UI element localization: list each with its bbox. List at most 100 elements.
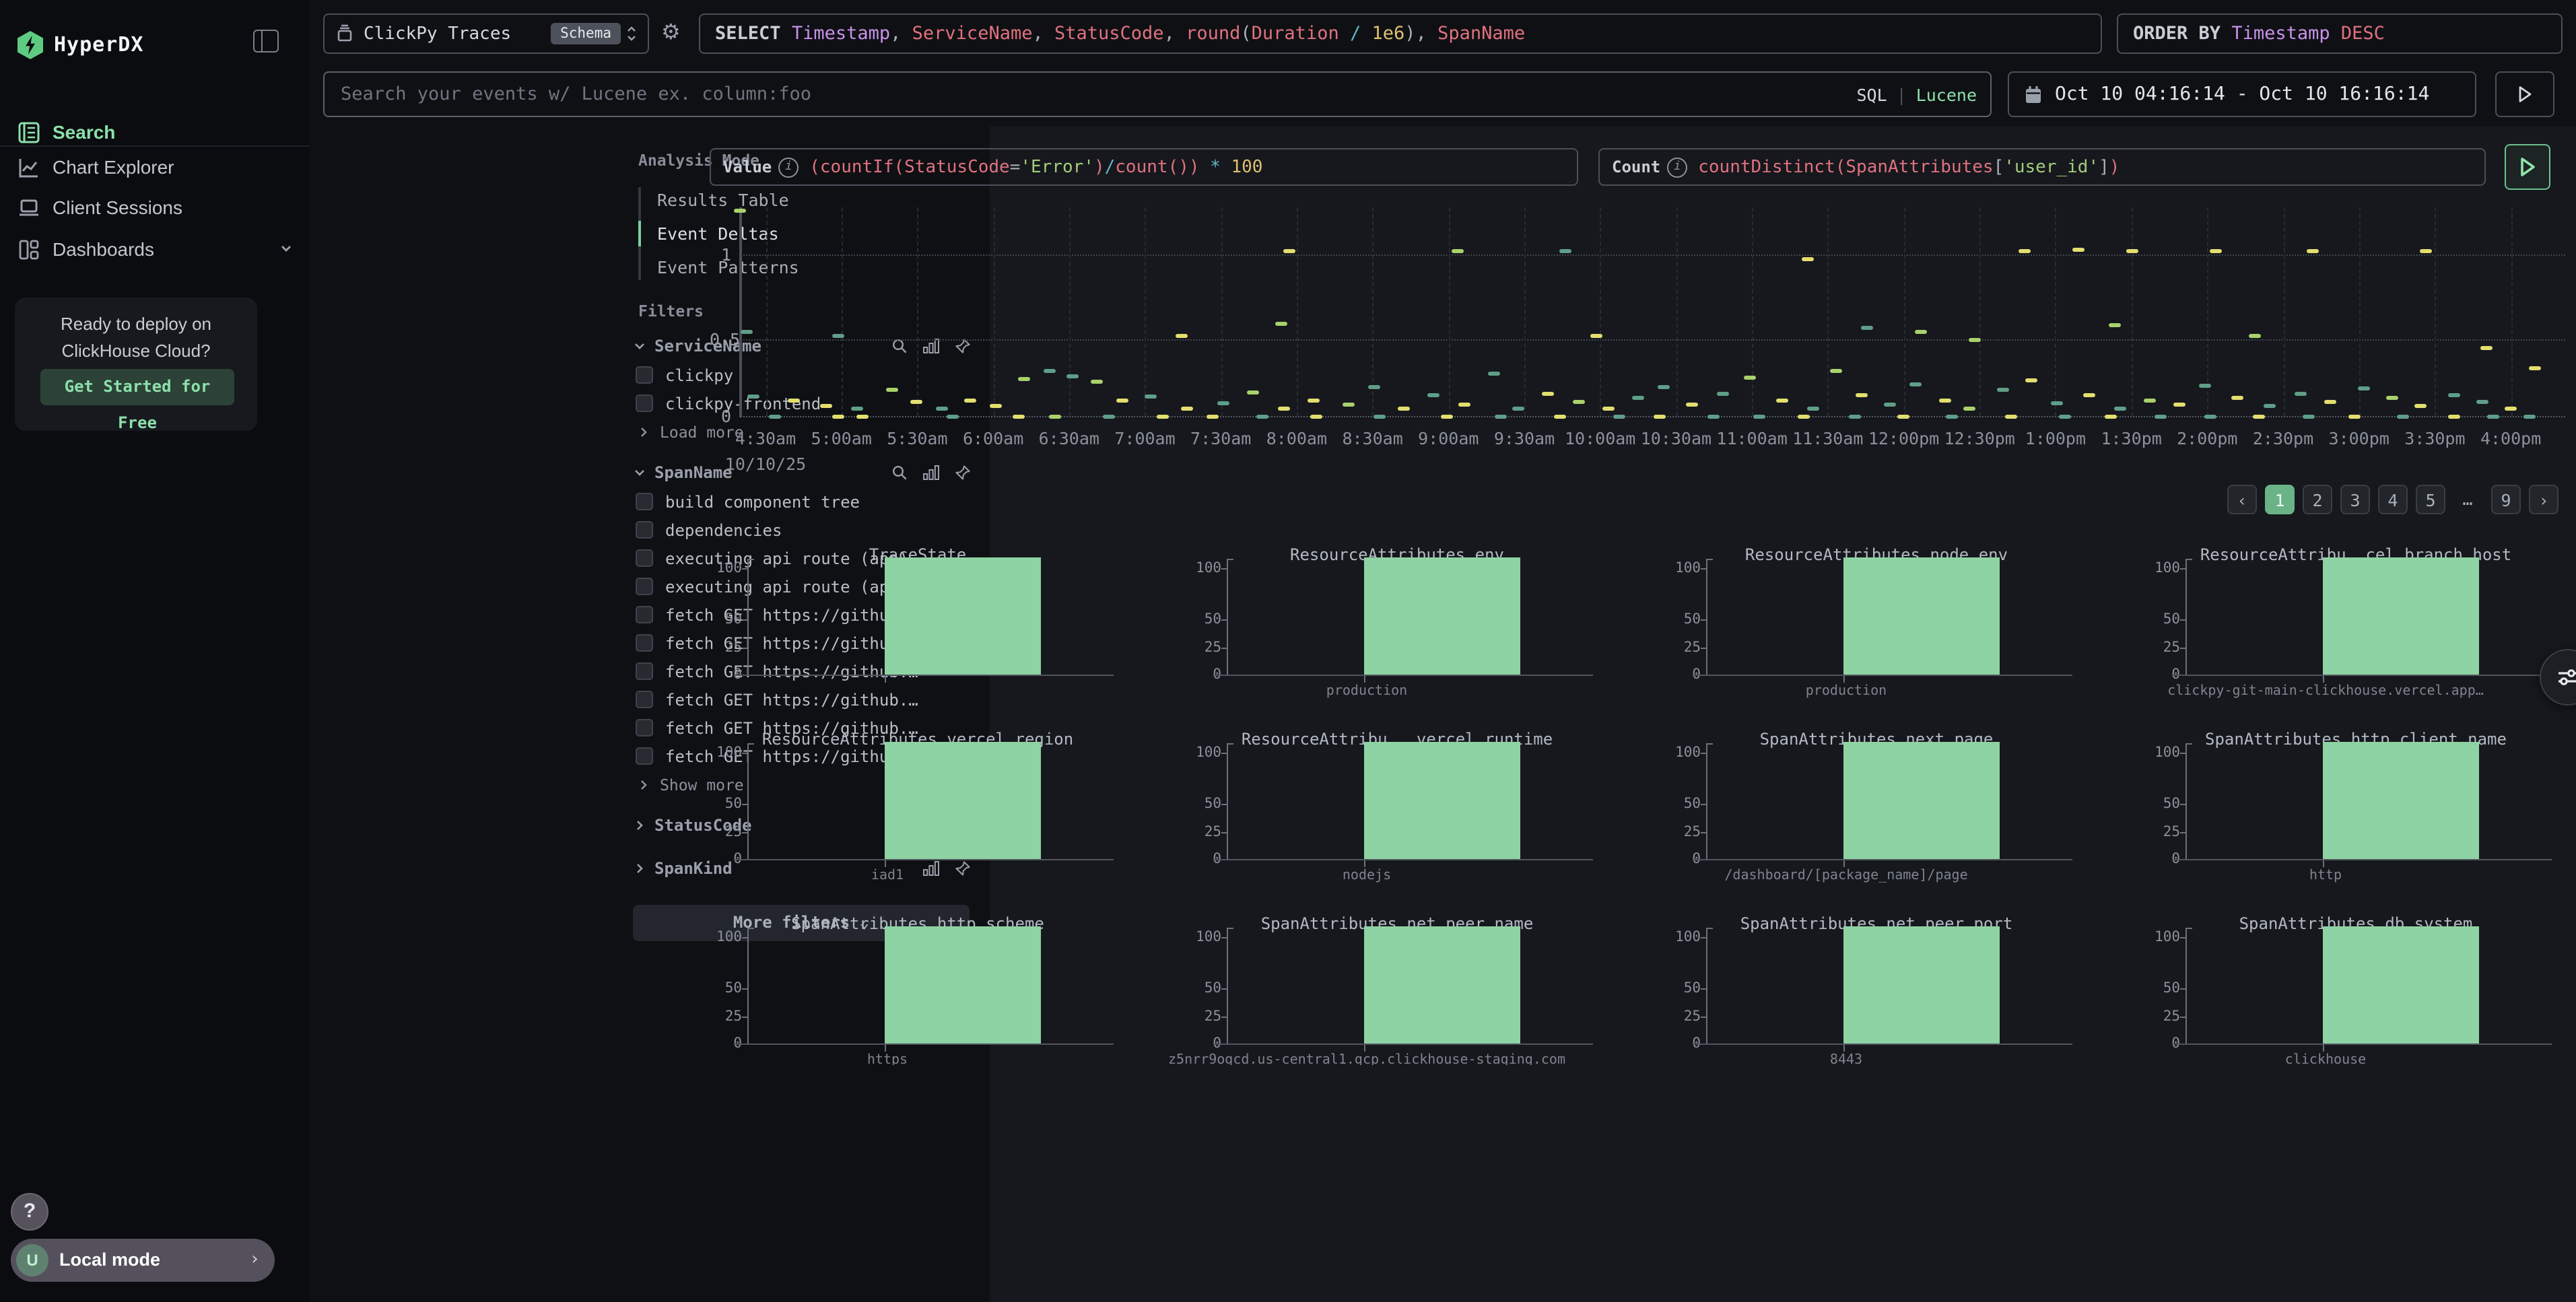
facet-y-tick-label: 25 bbox=[1668, 824, 1701, 840]
checkbox[interactable] bbox=[636, 521, 653, 539]
facet-bar[interactable] bbox=[885, 926, 1041, 1043]
data-point bbox=[2253, 414, 2265, 418]
checkbox[interactable] bbox=[636, 366, 653, 384]
facet-bar[interactable] bbox=[2323, 926, 2479, 1043]
facet-bar[interactable] bbox=[1843, 926, 2000, 1043]
checkbox[interactable] bbox=[636, 493, 653, 510]
data-point bbox=[2397, 414, 2409, 418]
filter-option-SpanName-1[interactable]: dependencies bbox=[619, 516, 990, 544]
facet-bar[interactable] bbox=[2323, 742, 2479, 859]
pagination-page-3[interactable]: 3 bbox=[2340, 485, 2370, 514]
data-point bbox=[1946, 414, 1958, 418]
pagination-next[interactable]: › bbox=[2529, 485, 2558, 514]
pagination-page-4[interactable]: 4 bbox=[2378, 485, 2408, 514]
sidebar-item-chart-explorer[interactable]: Chart Explorer bbox=[0, 151, 310, 183]
checkbox[interactable] bbox=[636, 606, 653, 623]
x-axis-tick-label: 10:00am bbox=[1565, 428, 1635, 448]
select-query-input[interactable]: SELECT Timestamp, ServiceName, StatusCod… bbox=[699, 13, 2102, 54]
promo-line-1: Ready to deploy on bbox=[15, 311, 257, 338]
checkbox[interactable] bbox=[636, 549, 653, 567]
facet-x-tick bbox=[1364, 676, 1365, 683]
count-expression-input[interactable]: Count i countDistinct(SpanAttributes['us… bbox=[1598, 148, 2486, 186]
facet-y-tick bbox=[2180, 568, 2185, 570]
facet-y-tick bbox=[1221, 619, 1227, 621]
facet-y-axis bbox=[1706, 559, 1707, 675]
data-point bbox=[1278, 406, 1290, 410]
checkbox[interactable] bbox=[636, 395, 653, 412]
sidebar-item-label: Chart Explorer bbox=[53, 156, 174, 178]
checkbox[interactable] bbox=[636, 634, 653, 652]
facet-x-label: z5nrr9ogcd.us-central1.gcp.clickhouse-st… bbox=[1168, 1053, 1565, 1065]
value-label: Value bbox=[723, 158, 772, 176]
facet-chart-3: ResourceAttribu..cel.branch_host10050250… bbox=[2148, 545, 2564, 707]
sidebar-item-dashboards[interactable]: Dashboards bbox=[0, 233, 310, 265]
data-point bbox=[1307, 398, 1319, 402]
filter-option-SpanName-0[interactable]: build component tree bbox=[619, 487, 990, 516]
run-query-button[interactable] bbox=[2505, 144, 2550, 190]
facet-y-tick-label: 100 bbox=[2148, 560, 2180, 576]
search-run-button[interactable] bbox=[2495, 71, 2554, 117]
checkbox[interactable] bbox=[636, 719, 653, 736]
data-point bbox=[946, 414, 958, 418]
facet-y-tick bbox=[1701, 619, 1706, 621]
data-point bbox=[1103, 414, 1115, 418]
facet-y-tick-label: 25 bbox=[1189, 640, 1221, 656]
data-point bbox=[1283, 249, 1295, 253]
schema-badge[interactable]: Schema bbox=[551, 23, 621, 44]
data-point bbox=[1343, 403, 1355, 407]
gear-icon[interactable]: ⚙ bbox=[661, 19, 681, 44]
checkbox[interactable] bbox=[636, 578, 653, 595]
pagination-page-5[interactable]: 5 bbox=[2416, 485, 2445, 514]
source-select[interactable]: ClickPy Traces Schema bbox=[323, 13, 649, 54]
facet-bar[interactable] bbox=[1364, 926, 1520, 1043]
help-button[interactable]: ? bbox=[11, 1193, 48, 1231]
order-by-input[interactable]: ORDER BY Timestamp DESC bbox=[2117, 13, 2563, 54]
facet-bar[interactable] bbox=[1843, 557, 2000, 675]
data-point bbox=[1487, 372, 1499, 376]
data-point bbox=[2357, 386, 2369, 390]
value-expression-input[interactable]: Value i (countIf(StatusCode='Error')/cou… bbox=[710, 148, 1578, 186]
pagination-prev[interactable]: ‹ bbox=[2227, 485, 2257, 514]
facet-y-axis-cap bbox=[1706, 743, 1713, 745]
search-input[interactable] bbox=[338, 82, 1856, 106]
sidebar-item-search[interactable]: Search bbox=[0, 116, 310, 148]
x-axis-tick-label: 8:30am bbox=[1342, 428, 1402, 448]
pagination-page-2[interactable]: 2 bbox=[2303, 485, 2332, 514]
data-point bbox=[747, 395, 759, 399]
pagination-page-1[interactable]: 1 bbox=[2265, 485, 2295, 514]
data-point bbox=[2209, 249, 2221, 253]
data-point bbox=[2005, 414, 2017, 418]
sidebar-item-label: Client Sessions bbox=[53, 197, 182, 218]
checkbox[interactable] bbox=[636, 662, 653, 680]
data-point bbox=[887, 388, 899, 392]
facet-y-tick-label: 100 bbox=[2148, 745, 2180, 761]
sidebar-item-client-sessions[interactable]: Client Sessions bbox=[0, 191, 310, 224]
facet-bar[interactable] bbox=[885, 557, 1041, 675]
get-started-button[interactable]: Get Started for Free bbox=[40, 369, 234, 405]
hyperdx-logo-icon bbox=[18, 30, 43, 59]
account-menu[interactable]: U Local mode › bbox=[11, 1239, 275, 1282]
v-gridline bbox=[1828, 207, 1829, 416]
facet-bar[interactable] bbox=[1364, 557, 1520, 675]
facet-bar[interactable] bbox=[1364, 742, 1520, 859]
toggle-lucene[interactable]: Lucene bbox=[1916, 84, 1977, 104]
data-point bbox=[964, 398, 976, 402]
sidebar-collapse-icon[interactable] bbox=[253, 30, 279, 53]
pagination-page-9[interactable]: 9 bbox=[2491, 485, 2521, 514]
event-deltas-chart[interactable]: 10.504:30am5:00am5:30am6:00am6:30am7:00a… bbox=[710, 202, 2568, 478]
toggle-sql[interactable]: SQL bbox=[1856, 84, 1887, 104]
data-point bbox=[2415, 405, 2427, 409]
data-point bbox=[2476, 399, 2488, 403]
facet-bar[interactable] bbox=[2323, 557, 2479, 675]
checkbox[interactable] bbox=[636, 747, 653, 765]
facet-bar[interactable] bbox=[1843, 742, 2000, 859]
facet-bar[interactable] bbox=[885, 742, 1041, 859]
y-axis-line bbox=[739, 207, 741, 416]
facet-x-label: http bbox=[2309, 868, 2342, 883]
data-point bbox=[1590, 333, 1602, 337]
facet-x-label: https bbox=[867, 1053, 908, 1065]
checkbox[interactable] bbox=[636, 691, 653, 708]
data-point bbox=[2105, 414, 2117, 418]
date-range-picker[interactable]: Oct 10 04:16:14 - Oct 10 16:16:14 bbox=[2008, 71, 2476, 117]
pagination: ‹12345…9› bbox=[2227, 485, 2558, 514]
